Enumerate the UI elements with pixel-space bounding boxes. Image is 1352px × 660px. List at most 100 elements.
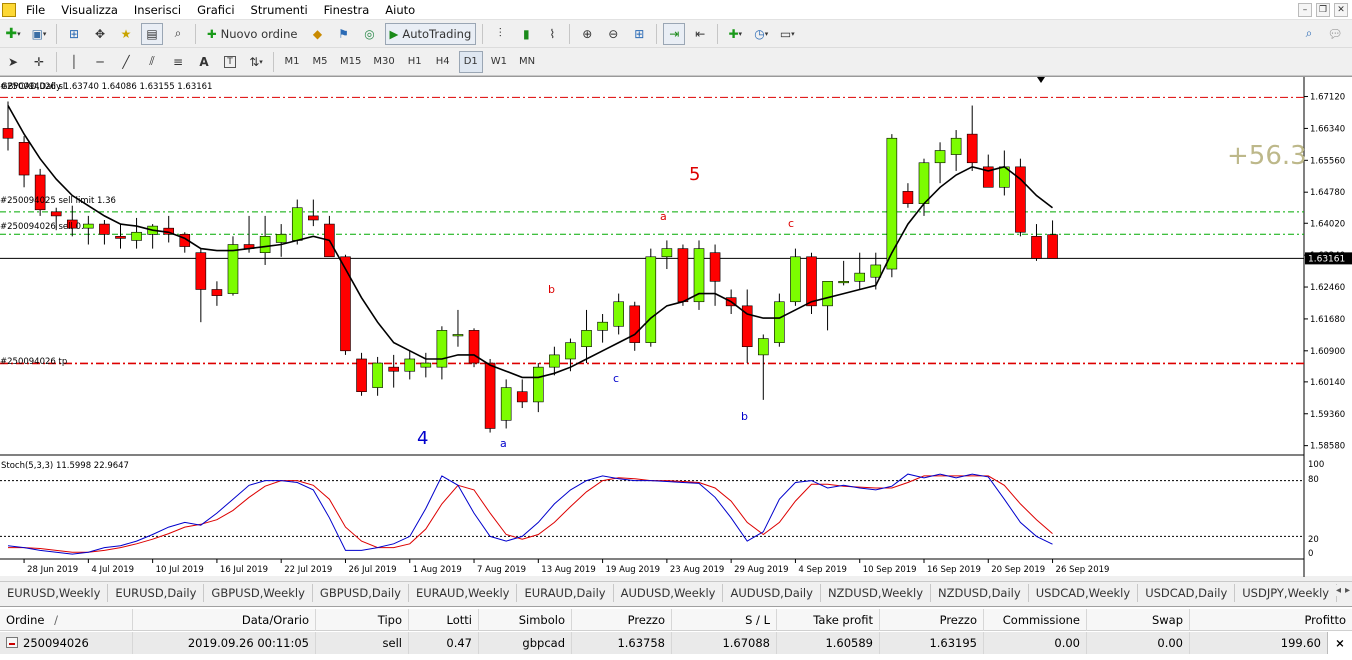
- indicators-button[interactable]: ✚ ▾: [724, 23, 746, 45]
- menu-tools[interactable]: Strumenti: [243, 0, 316, 20]
- menu-view[interactable]: Visualizza: [53, 0, 126, 20]
- line-chart-button[interactable]: ⌇: [541, 23, 563, 45]
- tab-gbpusd-weekly[interactable]: GBPUSD,Weekly: [204, 583, 313, 602]
- tab-audusd-weekly[interactable]: AUDUSD,Weekly: [614, 583, 724, 602]
- terminal-button[interactable]: ▤: [141, 22, 163, 45]
- tab-scroll-right-icon[interactable]: ▸: [1345, 585, 1350, 596]
- col-sl[interactable]: S / L: [672, 609, 777, 631]
- col-commission[interactable]: Commissione: [984, 609, 1087, 631]
- menu-help[interactable]: Aiuto: [377, 0, 423, 20]
- search-button[interactable]: ⌕: [1298, 23, 1320, 45]
- market-button[interactable]: ◎: [359, 23, 381, 45]
- bar-chart-button[interactable]: ⫶: [489, 23, 511, 45]
- chat-button[interactable]: 💬︎: [1324, 23, 1346, 45]
- autoscroll-button[interactable]: ⇥: [663, 22, 686, 45]
- chart-shift-marker[interactable]: [1037, 77, 1045, 83]
- candle: [1031, 224, 1042, 261]
- col-price[interactable]: Prezzo: [572, 609, 672, 631]
- col-time[interactable]: Data/Orario: [133, 609, 316, 631]
- minimize-button[interactable]: –: [1298, 3, 1312, 17]
- tab-eurusd-weekly[interactable]: EURUSD,Weekly: [0, 583, 109, 602]
- text-label-button[interactable]: T: [219, 51, 241, 73]
- menu-window[interactable]: Finestra: [316, 0, 378, 20]
- candlestick-button[interactable]: ▮: [515, 23, 537, 45]
- tab-usdjpy-weekly[interactable]: USDJPY,Weekly: [1235, 583, 1338, 602]
- new-order-button[interactable]: ✚ Nuovo ordine: [202, 23, 303, 45]
- col-profit[interactable]: Profitto: [1190, 609, 1352, 631]
- tab-eurusd-daily[interactable]: EURUSD,Daily: [108, 583, 205, 602]
- col-tp[interactable]: Take profit: [777, 609, 880, 631]
- chart-shift-button[interactable]: ⇤: [689, 23, 711, 45]
- candle: [774, 293, 785, 347]
- tile-windows-button[interactable]: ⊞: [628, 23, 650, 45]
- crosshair-button[interactable]: ✛: [28, 51, 50, 73]
- tab-scroll-left-icon[interactable]: ◂: [1336, 585, 1341, 596]
- signals-button[interactable]: ⚑: [333, 23, 355, 45]
- candle: [227, 236, 239, 296]
- cursor-button[interactable]: ➤: [2, 51, 24, 73]
- navigator-button[interactable]: ★: [115, 23, 137, 45]
- metaeditor-button[interactable]: ◆: [307, 23, 329, 45]
- chart-window[interactable]: 1.671201.663401.655601.647801.640201.632…: [0, 76, 1352, 577]
- profit-pips-label: +56.3: [1227, 141, 1307, 171]
- arrows-button[interactable]: ⇅ ▾: [245, 51, 267, 73]
- app-icon[interactable]: [2, 2, 16, 17]
- horizontal-line-icon: ─: [96, 54, 104, 69]
- templates-button[interactable]: ▭ ▾: [776, 23, 798, 45]
- tab-gbpusd-daily[interactable]: GBPUSD,Daily: [313, 583, 409, 602]
- current-price-label: 1.63161: [1308, 254, 1345, 264]
- close-order-button[interactable]: ×: [1327, 632, 1352, 654]
- tab-nzdusd-daily[interactable]: NZDUSD,Daily: [931, 583, 1029, 602]
- autotrading-button[interactable]: ▶ AutoTrading: [384, 22, 477, 45]
- timeframe-mn[interactable]: MN: [515, 51, 539, 73]
- new-chart-button[interactable]: ✚ ▾: [2, 23, 24, 45]
- col-current-price[interactable]: Prezzo: [880, 609, 984, 631]
- data-window-button[interactable]: ✥: [89, 23, 111, 45]
- menu-insert[interactable]: Inserisci: [126, 0, 189, 20]
- market-watch-button[interactable]: ⊞: [63, 23, 85, 45]
- menu-file[interactable]: File: [18, 0, 53, 20]
- text-button[interactable]: A: [193, 51, 215, 73]
- strategy-tester-button[interactable]: ⌕: [167, 23, 189, 45]
- timeframe-h1[interactable]: H1: [403, 51, 427, 73]
- tab-audusd-daily[interactable]: AUDUSD,Daily: [723, 583, 821, 602]
- equidistant-channel-button[interactable]: ⫽: [141, 51, 163, 73]
- zoom-out-button[interactable]: ⊖: [602, 23, 624, 45]
- profiles-button[interactable]: ▣ ▾: [28, 23, 50, 45]
- price-chart[interactable]: 1.671201.663401.655601.647801.640201.632…: [0, 77, 1352, 577]
- tab-usdcad-daily[interactable]: USDCAD,Daily: [1138, 583, 1236, 602]
- price-tick-label: 1.62460: [1310, 283, 1345, 293]
- swap-cell: 0.00: [1087, 632, 1190, 654]
- periods-button[interactable]: ◷ ▾: [750, 23, 772, 45]
- tab-usdcad-weekly[interactable]: USDCAD,Weekly: [1029, 583, 1139, 602]
- stoch-level-0: 0: [1308, 549, 1313, 559]
- menu-charts[interactable]: Grafici: [189, 0, 242, 20]
- trendline-button[interactable]: ╱: [115, 51, 137, 73]
- timeframe-d1[interactable]: D1: [458, 50, 483, 73]
- timeframe-m30[interactable]: M30: [369, 51, 398, 73]
- col-swap[interactable]: Swap: [1087, 609, 1190, 631]
- price-tick-label: 1.61680: [1310, 315, 1345, 325]
- col-symbol[interactable]: Simbolo: [479, 609, 572, 631]
- col-type[interactable]: Tipo: [316, 609, 409, 631]
- zoom-out-icon: ⊖: [608, 26, 619, 41]
- tab-nzdusd-weekly[interactable]: NZDUSD,Weekly: [821, 583, 932, 602]
- col-order[interactable]: Ordine /: [0, 609, 133, 631]
- zoom-in-button[interactable]: ⊕: [576, 23, 598, 45]
- tab-euraud-daily[interactable]: EURAUD,Daily: [517, 583, 614, 602]
- timeframe-m5[interactable]: M5: [308, 51, 332, 73]
- tab-euraud-weekly[interactable]: EURAUD,Weekly: [409, 583, 518, 602]
- vertical-line-button[interactable]: │: [63, 51, 85, 73]
- timeframe-w1[interactable]: W1: [487, 51, 511, 73]
- restore-button[interactable]: ❐: [1316, 3, 1330, 17]
- close-window-button[interactable]: ✕: [1334, 3, 1348, 17]
- col-lots[interactable]: Lotti: [409, 609, 479, 631]
- fibonacci-button[interactable]: ≡: [167, 51, 189, 73]
- timeframe-h4[interactable]: H4: [431, 51, 455, 73]
- channel-icon: ⫽: [149, 54, 155, 68]
- timeframe-m15[interactable]: M15: [336, 51, 365, 73]
- timeframe-m1[interactable]: M1: [280, 51, 304, 73]
- separator: [656, 23, 658, 44]
- table-row[interactable]: 250094026 2019.09.26 00:11:05 sell 0.47 …: [0, 632, 1352, 654]
- horizontal-line-button[interactable]: ─: [89, 51, 111, 73]
